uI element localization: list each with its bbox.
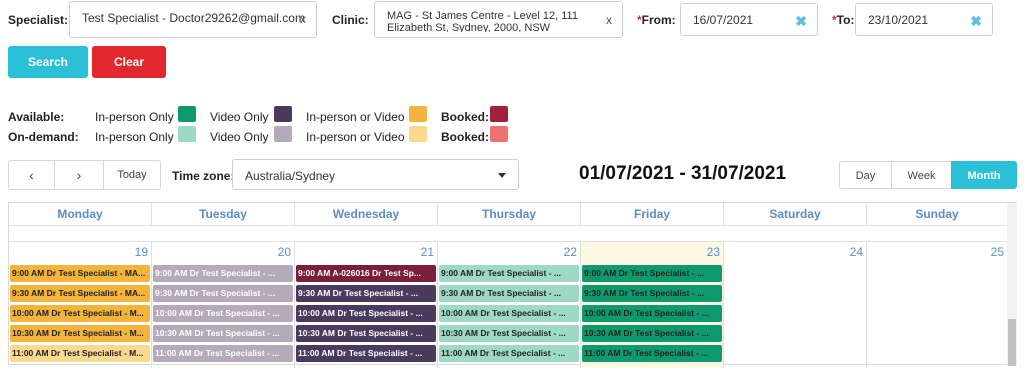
- event-slot[interactable]: 11:00 AM Dr Test Specialist - ...: [296, 345, 436, 362]
- event-slot[interactable]: 10:00 AM Dr Test Specialist - ...: [582, 305, 722, 322]
- clinic-field[interactable]: MAG - St James Centre - Level 12, 111 El…: [374, 1, 623, 38]
- legend-video-label: Video Only: [210, 110, 269, 124]
- view-week-button[interactable]: Week: [891, 161, 952, 189]
- from-date-value: 16/07/2021: [693, 13, 754, 27]
- event-slot[interactable]: 9:30 AM Dr Test Specialist - ...: [582, 285, 722, 302]
- event-slot-booked[interactable]: 9:00 AM A-026016 Dr Test Sp...: [296, 265, 436, 282]
- day-number: 24: [849, 245, 863, 259]
- swatch-available-booked: [490, 106, 508, 122]
- weekday-header: Sunday: [915, 207, 959, 221]
- event-slot[interactable]: 9:30 AM Dr Test Specialist - ...: [153, 285, 293, 302]
- legend-ondemand-label: On-demand:: [8, 130, 79, 144]
- day-number: 19: [134, 245, 148, 259]
- event-slot[interactable]: 11:00 AM Dr Test Specialist - ...: [582, 345, 722, 362]
- specialist-clear-icon[interactable]: x: [300, 12, 306, 26]
- day-number: 25: [990, 245, 1004, 259]
- header-divider: [9, 225, 1007, 226]
- event-slot[interactable]: 11:00 AM Dr Test Specialist - M...: [10, 345, 150, 362]
- swatch-available-either: [409, 106, 427, 122]
- day-cell[interactable]: 25: [867, 241, 1007, 368]
- swatch-ondemand-inperson: [178, 126, 196, 142]
- weekday-header: Thursday: [438, 203, 581, 225]
- day-number: 23: [706, 245, 720, 259]
- to-date-value: 23/10/2021: [868, 13, 929, 27]
- view-day-button[interactable]: Day: [839, 161, 892, 189]
- from-date-field[interactable]: 16/07/2021 ✖: [680, 3, 818, 36]
- event-slot[interactable]: 10:30 AM Dr Test Specialist - M...: [10, 325, 150, 342]
- timezone-label: Time zone:: [172, 169, 235, 183]
- weekday-header: Tuesday: [152, 203, 295, 225]
- legend-od-either-label: In-person or Video: [306, 130, 405, 144]
- clinic-value-line2: Elizabeth St, Sydney, 2000, NSW: [387, 22, 551, 32]
- from-clear-icon[interactable]: ✖: [795, 13, 807, 30]
- to-date-field[interactable]: 23/10/2021 ✖: [855, 3, 993, 36]
- date-range-title: 01/07/2021 - 31/07/2021: [579, 163, 787, 184]
- swatch-ondemand-video: [274, 126, 292, 142]
- day-number: 21: [420, 245, 434, 259]
- specialist-field[interactable]: Test Specialist - Doctor29262@gmail.com …: [69, 1, 317, 38]
- weekday-header: Saturday: [724, 203, 867, 225]
- swatch-ondemand-booked: [490, 126, 508, 142]
- event-slot[interactable]: 10:00 AM Dr Test Specialist - ...: [296, 305, 436, 322]
- timezone-select[interactable]: Australia/Sydney: [232, 159, 519, 190]
- legend-inperson-label: In-person Only: [95, 110, 174, 124]
- event-slot[interactable]: 10:00 AM Dr Test Specialist - ...: [153, 305, 293, 322]
- event-slot[interactable]: 11:00 AM Dr Test Specialist - ...: [439, 345, 579, 362]
- to-label: *To:: [832, 13, 855, 27]
- swatch-ondemand-either: [409, 126, 427, 142]
- event-slot[interactable]: 9:00 AM Dr Test Specialist - MA...: [10, 265, 150, 282]
- timezone-value: Australia/Sydney: [245, 169, 336, 183]
- legend-od-video-label: Video Only: [210, 130, 269, 144]
- event-slot[interactable]: 10:00 AM Dr Test Specialist - ...: [439, 305, 579, 322]
- next-button[interactable]: ›: [54, 160, 104, 190]
- event-slot[interactable]: 9:00 AM Dr Test Specialist - ...: [153, 265, 293, 282]
- to-clear-icon[interactable]: ✖: [970, 13, 982, 30]
- event-slot[interactable]: 10:30 AM Dr Test Specialist - ...: [153, 325, 293, 342]
- weekday-header: Wednesday: [295, 203, 438, 225]
- prev-button[interactable]: ‹: [8, 160, 55, 190]
- event-slot[interactable]: 10:30 AM Dr Test Specialist - ...: [296, 325, 436, 342]
- clear-button[interactable]: Clear: [92, 46, 166, 78]
- specialist-label: Specialist:: [8, 13, 69, 27]
- legend-booked-label: Booked:: [441, 110, 489, 124]
- today-button[interactable]: Today: [103, 160, 161, 190]
- calendar-grid: Monday Tuesday Wednesday Thursday Friday…: [8, 202, 1017, 368]
- event-slot[interactable]: 9:00 AM Dr Test Specialist - ...: [439, 265, 579, 282]
- day-number: 22: [563, 245, 577, 259]
- specialist-value: Test Specialist - Doctor29262@gmail.com: [82, 11, 305, 25]
- weekday-header: Friday: [581, 203, 724, 225]
- event-slot[interactable]: 10:00 AM Dr Test Specialist - M...: [10, 305, 150, 322]
- swatch-available-inperson: [178, 106, 196, 122]
- legend-either-label: In-person or Video: [306, 110, 405, 124]
- event-slot[interactable]: 9:00 AM Dr Test Specialist - ...: [582, 265, 722, 282]
- event-slot[interactable]: 9:30 AM Dr Test Specialist - ...: [296, 285, 436, 302]
- clinic-clear-icon[interactable]: x: [606, 13, 612, 27]
- event-slot[interactable]: 10:30 AM Dr Test Specialist - ...: [582, 325, 722, 342]
- scrollbar-thumb[interactable]: [1008, 319, 1016, 366]
- event-slot[interactable]: 9:30 AM Dr Test Specialist - MA...: [10, 285, 150, 302]
- clinic-label: Clinic:: [332, 13, 369, 27]
- swatch-available-video: [274, 106, 292, 122]
- legend-available-label: Available:: [8, 110, 65, 124]
- chevron-down-icon: [498, 173, 506, 178]
- weekday-header: Monday: [9, 203, 152, 225]
- search-button[interactable]: Search: [8, 46, 88, 78]
- legend-od-booked-label: Booked:: [441, 130, 489, 144]
- from-label: *From:: [637, 13, 676, 27]
- event-slot[interactable]: 9:30 AM Dr Test Specialist - ...: [439, 285, 579, 302]
- event-slot[interactable]: 10:30 AM Dr Test Specialist - ...: [439, 325, 579, 342]
- event-slot[interactable]: 11:00 AM Dr Test Specialist - ...: [153, 345, 293, 362]
- clinic-value-line1: MAG - St James Centre - Level 12, 111: [387, 10, 578, 22]
- day-cell[interactable]: 24: [724, 241, 867, 368]
- legend-od-inperson-label: In-person Only: [95, 130, 174, 144]
- day-number: 20: [277, 245, 291, 259]
- view-month-button[interactable]: Month: [951, 161, 1017, 189]
